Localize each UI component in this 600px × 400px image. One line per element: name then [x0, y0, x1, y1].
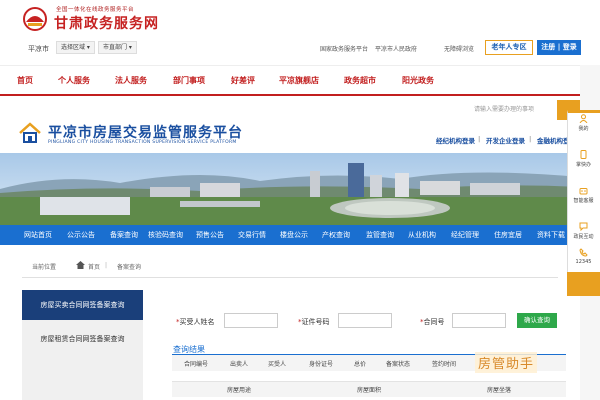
- subsite-title-en: PINGLIANG CITY HOUSING TRANSACTION SUPER…: [48, 140, 237, 145]
- subnav-home[interactable]: 网站首页: [24, 230, 52, 240]
- current-city: 平凉市: [28, 45, 49, 53]
- subnav-presale[interactable]: 预售公告: [196, 230, 224, 240]
- home-icon: [76, 261, 85, 269]
- sidebar-mine[interactable]: 我的: [567, 114, 600, 132]
- agency-login-link[interactable]: 经纪机构登录: [436, 135, 475, 145]
- subnav-verify-code[interactable]: 核验码查询: [148, 230, 183, 240]
- login-button[interactable]: 注册 | 登录: [537, 40, 581, 55]
- breadcrumb-separator: |: [105, 262, 108, 269]
- col-filing-status: 备案状态: [386, 361, 411, 368]
- site-header: 全国一体化在线政务服务平台 甘肃政务服务网 平凉市 选择区域 ▾ 市直部门 ▾ …: [0, 0, 600, 64]
- contract-no-input[interactable]: [452, 313, 506, 328]
- elder-zone-button[interactable]: 老年人专区: [485, 40, 533, 55]
- subnav-downloads[interactable]: 资料下载: [537, 230, 565, 240]
- sidebar-promo-badge[interactable]: [567, 272, 600, 296]
- developer-login-link[interactable]: 开发企业登录: [486, 135, 525, 145]
- nav-flagship[interactable]: 平凉旗舰店: [279, 75, 319, 86]
- subnav-notices[interactable]: 公示公告: [67, 230, 95, 240]
- nav-legal[interactable]: 法人服务: [115, 75, 147, 86]
- link-city-government[interactable]: 平凉市人民政府: [375, 44, 417, 53]
- subsite-title: 平凉市房屋交易监管服务平台: [48, 125, 243, 141]
- link-national-platform[interactable]: 国家政务服务平台: [320, 44, 368, 53]
- main-nav: 首页 个人服务 法人服务 部门事项 好差评 平凉旗舰店 政务超市 阳光政务: [0, 65, 580, 95]
- nav-home[interactable]: 首页: [17, 75, 33, 86]
- col-house-location: 房屋坐落: [487, 387, 512, 394]
- gansu-logo-icon[interactable]: [20, 6, 50, 32]
- sidebar-mobile[interactable]: 掌快办: [567, 150, 600, 168]
- sidebar-label: 12345: [575, 259, 592, 265]
- id-number-label: *证件号码: [298, 318, 330, 326]
- logo-title[interactable]: 甘肃政务服务网: [54, 13, 159, 33]
- region-select[interactable]: 选择区域 ▾: [56, 41, 95, 54]
- link-separator: |: [529, 135, 532, 143]
- col-seller: 出卖人: [230, 361, 249, 368]
- subnav-market[interactable]: 交易行情: [238, 230, 266, 240]
- col-house-use: 房屋用途: [227, 387, 252, 394]
- breadcrumb-home[interactable]: 首页: [88, 262, 100, 271]
- menu-lease-contract-query[interactable]: 房屋租赁合同网签备案查询: [22, 328, 143, 350]
- housing-assistant-watermark: 房管助手: [475, 352, 538, 373]
- subsite-nav: 网站首页 公示公告 备案查询 核验码查询 预售公告 交易行情 楼盘公示 产权查询…: [0, 225, 580, 245]
- phone-icon: [580, 150, 587, 159]
- breadcrumb-label: 当前位置: [32, 264, 57, 271]
- col-sign-time: 签约时间: [432, 361, 457, 368]
- col-id-number: 身份证号: [309, 361, 334, 368]
- nav-supermarket[interactable]: 政务超市: [344, 75, 376, 86]
- sidebar-label: 政民互动: [573, 234, 594, 240]
- nav-personal[interactable]: 个人服务: [58, 75, 90, 86]
- col-total-price: 总价: [354, 361, 367, 368]
- breadcrumb-current: 备案查询: [117, 264, 142, 271]
- subnav-title-query[interactable]: 产权查询: [322, 230, 350, 240]
- col-house-area: 房屋面积: [357, 387, 382, 394]
- breadcrumb-divider: [22, 277, 558, 278]
- contract-no-label: *合同号: [420, 318, 445, 326]
- subnav-property-list[interactable]: 楼盘公示: [280, 230, 308, 240]
- buyer-name-input[interactable]: [224, 313, 278, 328]
- sidebar-ai-service[interactable]: 智能客服: [567, 186, 600, 204]
- subsite-search-input[interactable]: 请输入需要办理的事项: [474, 104, 534, 113]
- col-buyer: 买受人: [268, 361, 287, 368]
- subnav-broker-mgmt[interactable]: 经纪管理: [451, 230, 479, 240]
- robot-icon: [579, 188, 588, 195]
- col-contract-no: 合同编号: [184, 361, 209, 368]
- confirm-query-button[interactable]: 确认查询: [517, 313, 557, 328]
- sidebar-label: 掌快办: [575, 162, 591, 168]
- subnav-agencies[interactable]: 从业机构: [408, 230, 436, 240]
- id-number-input[interactable]: [338, 313, 392, 328]
- nav-dept[interactable]: 部门事项: [173, 75, 205, 86]
- subnav-filing-query[interactable]: 备案查询: [110, 230, 138, 240]
- sidebar-hotline[interactable]: 12345: [567, 248, 600, 265]
- nav-sunshine[interactable]: 阳光政务: [402, 75, 434, 86]
- hotline-icon: [579, 248, 588, 257]
- subnav-supervision[interactable]: 监管查询: [366, 230, 394, 240]
- sidebar-label: 智能客服: [573, 198, 594, 204]
- logo-subtitle: 全国一体化在线政务服务平台: [56, 7, 135, 13]
- subnav-livable[interactable]: 住房宜居: [494, 230, 522, 240]
- link-separator: |: [478, 135, 481, 143]
- city-banner-image: [0, 153, 580, 225]
- house-logo-icon: [19, 122, 41, 143]
- chat-icon: [579, 222, 588, 231]
- menu-sale-contract-query[interactable]: 房屋买卖合同网签备案查询: [22, 290, 143, 320]
- buyer-name-label: *买受人姓名: [176, 318, 215, 326]
- link-accessibility[interactable]: 无障碍浏览: [444, 44, 474, 53]
- sidebar-label: 我的: [578, 126, 589, 132]
- dept-select[interactable]: 市直部门 ▾: [98, 41, 137, 54]
- nav-rating[interactable]: 好差评: [231, 75, 255, 86]
- sidebar-interaction[interactable]: 政民互动: [567, 222, 600, 240]
- finance-login-link[interactable]: 金融机构登: [537, 135, 570, 145]
- person-icon: [579, 114, 588, 123]
